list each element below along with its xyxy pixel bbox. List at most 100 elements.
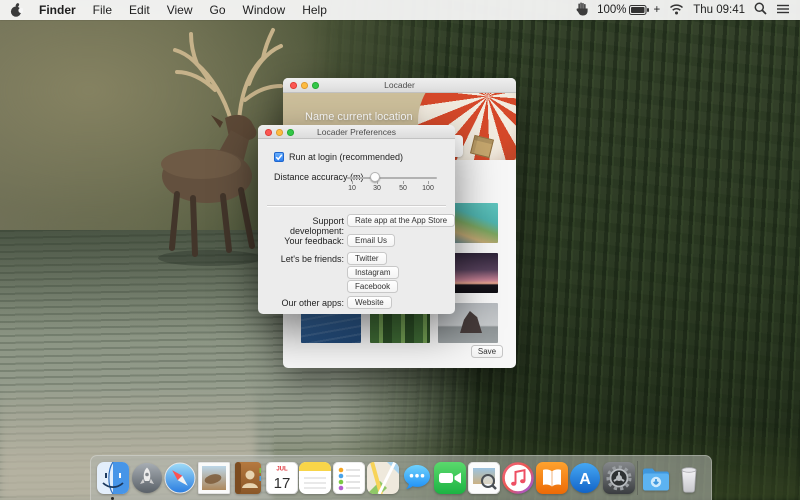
distance-accuracy-slider[interactable] — [347, 177, 437, 179]
reminders-icon — [333, 462, 365, 494]
rate-app-button[interactable]: Rate app at the App Store — [347, 214, 455, 227]
zoom-button[interactable] — [287, 129, 294, 136]
traffic-lights — [290, 82, 319, 89]
hand-icon[interactable] — [576, 2, 588, 19]
dock-separator — [637, 461, 638, 495]
menu-item-window[interactable]: Window — [243, 3, 286, 17]
trash-icon — [673, 462, 705, 494]
facebook-button[interactable]: Facebook — [347, 280, 398, 293]
dock-item-notes[interactable] — [299, 462, 331, 494]
minimize-button[interactable] — [301, 82, 308, 89]
close-button[interactable] — [290, 82, 297, 89]
downloads-folder-icon — [640, 462, 672, 494]
slider-tick — [403, 181, 404, 184]
email-us-button[interactable]: Email Us — [347, 234, 395, 247]
your-feedback-label: Your feedback: — [258, 236, 344, 246]
locader-preferences-window: Locader Preferences Run at login (recomm… — [258, 125, 455, 314]
slider-tick — [428, 181, 429, 184]
menu-item-view[interactable]: View — [167, 3, 193, 17]
svg-text:17: 17 — [273, 475, 290, 492]
slider-tick — [352, 181, 353, 184]
menu-item-finder[interactable]: Finder — [39, 3, 76, 17]
website-button[interactable]: Website — [347, 296, 392, 309]
dock-item-maps[interactable] — [367, 462, 399, 494]
app-store-icon: A — [569, 462, 601, 494]
dock-item-launchpad[interactable] — [131, 462, 163, 494]
locader-titlebar[interactable]: Locader — [283, 78, 516, 93]
menu-item-go[interactable]: Go — [210, 3, 226, 17]
dock-item-contacts[interactable] — [232, 462, 264, 494]
battery-icon — [629, 4, 650, 16]
dock: JUL 17 — [90, 455, 712, 500]
dock-item-itunes[interactable] — [502, 462, 534, 494]
support-development-label: Support development: — [258, 216, 344, 236]
dock-item-calendar[interactable]: JUL 17 — [266, 462, 298, 494]
dock-item-safari[interactable] — [164, 462, 196, 494]
notification-center-icon[interactable] — [776, 3, 790, 18]
window-title: Locader — [384, 80, 415, 90]
menu-status-area: 100% + Thu 09:41 — [576, 2, 790, 19]
dock-item-preview[interactable] — [468, 462, 500, 494]
wifi-icon[interactable] — [669, 3, 684, 18]
preview-icon — [468, 462, 500, 494]
dock-item-facetime[interactable] — [434, 462, 466, 494]
apple-menu[interactable] — [10, 3, 23, 18]
menu-item-help[interactable]: Help — [302, 3, 327, 17]
dock-item-ibooks[interactable] — [536, 462, 568, 494]
spotlight-icon[interactable] — [754, 2, 767, 18]
minimize-button[interactable] — [276, 129, 283, 136]
facetime-icon — [434, 462, 466, 494]
dock-item-trash[interactable] — [673, 462, 705, 494]
dock-item-mail[interactable] — [198, 462, 230, 494]
name-location-prompt: Name current location — [305, 111, 413, 123]
close-button[interactable] — [265, 129, 272, 136]
instagram-button[interactable]: Instagram — [347, 266, 399, 279]
tick-label-100: 100 — [416, 185, 440, 192]
menu-bar: Finder File Edit View Go Window Help 100… — [0, 0, 800, 20]
dock-item-system-preferences[interactable] — [603, 462, 635, 494]
save-button[interactable]: Save — [471, 345, 503, 358]
apple-logo-icon — [10, 3, 23, 18]
menu-clock[interactable]: Thu 09:41 — [693, 4, 745, 16]
twitter-button[interactable]: Twitter — [347, 252, 387, 265]
menu-item-edit[interactable]: Edit — [129, 3, 150, 17]
dock-item-downloads-folder[interactable] — [640, 462, 672, 494]
traffic-lights — [265, 129, 294, 136]
check-icon — [275, 153, 283, 161]
notes-icon — [299, 462, 331, 494]
system-preferences-icon — [603, 462, 635, 494]
lets-be-friends-label: Let's be friends: — [258, 254, 344, 264]
launchpad-icon — [131, 462, 163, 494]
zoom-button[interactable] — [312, 82, 319, 89]
run-at-login-checkbox[interactable] — [274, 152, 284, 162]
itunes-icon — [502, 462, 534, 494]
slider-tick — [377, 181, 378, 184]
tick-label-10: 10 — [340, 185, 364, 192]
mail-icon — [198, 462, 230, 494]
tick-label-50: 50 — [391, 185, 415, 192]
finder-icon — [97, 462, 129, 494]
run-at-login-label: Run at login (recommended) — [289, 152, 403, 162]
divider — [267, 205, 446, 206]
maps-icon — [367, 462, 399, 494]
tick-label-30: 30 — [365, 185, 389, 192]
messages-icon — [401, 462, 433, 494]
window-title: Locader Preferences — [317, 127, 396, 137]
charging-indicator: + — [653, 4, 660, 16]
dock-item-app-store[interactable]: A — [569, 462, 601, 494]
battery-percent-label: 100% — [597, 4, 626, 16]
svg-text:JUL: JUL — [276, 467, 288, 473]
battery-status[interactable]: 100% + — [597, 4, 660, 16]
dock-item-reminders[interactable] — [333, 462, 365, 494]
dock-item-finder[interactable] — [97, 462, 129, 494]
slider-thumb[interactable] — [370, 172, 380, 182]
our-other-apps-label: Our other apps: — [258, 298, 344, 308]
safari-icon — [164, 462, 196, 494]
menu-item-file[interactable]: File — [93, 3, 112, 17]
contacts-icon — [232, 462, 264, 494]
dock-item-messages[interactable] — [401, 462, 433, 494]
calendar-icon: JUL 17 — [266, 462, 298, 494]
svg-text:A: A — [579, 471, 591, 488]
ibooks-icon — [536, 462, 568, 494]
preferences-titlebar[interactable]: Locader Preferences — [258, 125, 455, 139]
